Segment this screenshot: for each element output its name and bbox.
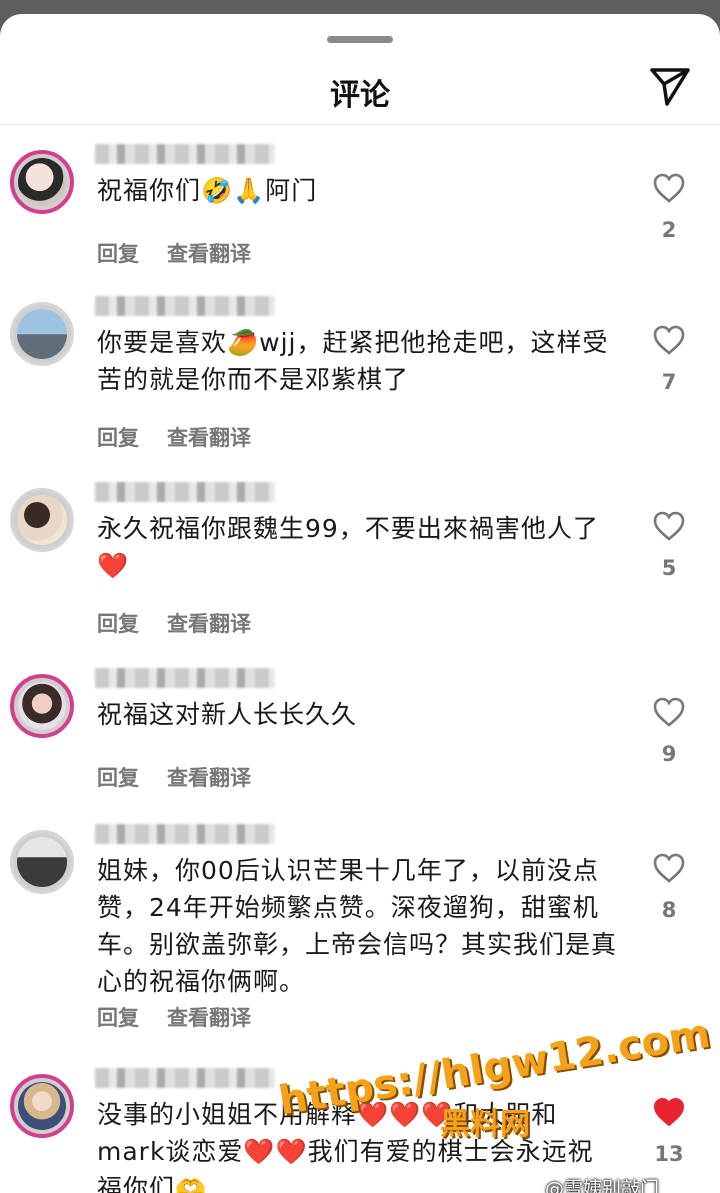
comment-text: 祝福你们🤣🙏阿门 [97, 176, 318, 205]
weibo-watermark: @雪姨别敲门 [545, 1178, 660, 1193]
username-blurred[interactable] [95, 824, 275, 844]
reply-button[interactable]: 回复 [97, 242, 139, 266]
translate-button[interactable]: 查看翻译 [167, 242, 251, 266]
avatar[interactable] [10, 830, 74, 894]
reply-button[interactable]: 回复 [97, 426, 139, 450]
like-count: 8 [661, 898, 677, 922]
avatar[interactable] [10, 1074, 74, 1138]
comment-actions: 回复 查看翻译 [97, 608, 279, 638]
heart-outline-icon[interactable] [652, 696, 686, 728]
sheet-drag-handle[interactable] [327, 36, 393, 43]
like-control[interactable]: 7 [648, 324, 690, 394]
heart-outline-icon[interactable] [652, 324, 686, 356]
reply-button[interactable]: 回复 [97, 1006, 139, 1030]
like-count: 5 [661, 556, 677, 580]
avatar[interactable] [10, 674, 74, 738]
username-blurred[interactable] [95, 668, 275, 688]
like-count: 9 [661, 742, 677, 766]
like-control[interactable]: 2 [648, 172, 690, 242]
avatar[interactable] [10, 302, 74, 366]
like-count: 13 [654, 1142, 684, 1166]
header-divider [0, 124, 720, 125]
like-count: 2 [661, 218, 677, 242]
username-blurred[interactable] [95, 482, 275, 502]
like-control[interactable]: 5 [648, 510, 690, 580]
translate-button[interactable]: 查看翻译 [167, 612, 251, 636]
comment-text: 你要是喜欢🥭wjj，赶紧把他抢走吧，这样受苦的就是你而不是邓紫棋了 [97, 328, 609, 394]
like-control[interactable]: 9 [648, 696, 690, 766]
translate-button[interactable]: 查看翻译 [167, 1006, 251, 1030]
username-blurred[interactable] [95, 144, 275, 164]
heart-outline-icon[interactable] [652, 172, 686, 204]
translate-button[interactable]: 查看翻译 [167, 426, 251, 450]
like-control[interactable]: 8 [648, 852, 690, 922]
comment-text: 姐妹，你00后认识芒果十几年了，以前没点赞，24年开始频繁点赞。深夜遛狗，甜蜜机… [97, 856, 618, 996]
avatar[interactable] [10, 488, 74, 552]
reply-button[interactable]: 回复 [97, 766, 139, 790]
comment-actions: 回复 查看翻译 [97, 238, 279, 268]
page-title: 评论 [330, 78, 390, 113]
avatar[interactable] [10, 150, 74, 214]
comment-actions: 回复 查看翻译 [97, 422, 279, 452]
username-blurred[interactable] [95, 1068, 275, 1088]
comments-sheet: 评论 祝福你们🤣🙏阿门 回复 查看翻译 2 你要是喜欢🥭wjj，赶紧把他抢走吧，这… [0, 14, 720, 1193]
translate-button[interactable]: 查看翻译 [167, 766, 251, 790]
watermark-site: 黑料网 [440, 1107, 530, 1142]
heart-outline-icon[interactable] [652, 510, 686, 542]
comment-text: 永久祝福你跟魏生99，不要出來禍害他人了❤️ [97, 514, 599, 580]
like-count: 7 [661, 370, 677, 394]
comment-actions: 回复 查看翻译 [97, 1002, 279, 1032]
heart-outline-icon[interactable] [652, 852, 686, 884]
send-icon[interactable] [648, 64, 692, 108]
comment-actions: 回复 查看翻译 [97, 762, 279, 792]
comment-text: 祝福这对新人长长久久 [97, 700, 358, 729]
reply-button[interactable]: 回复 [97, 612, 139, 636]
username-blurred[interactable] [95, 296, 275, 316]
